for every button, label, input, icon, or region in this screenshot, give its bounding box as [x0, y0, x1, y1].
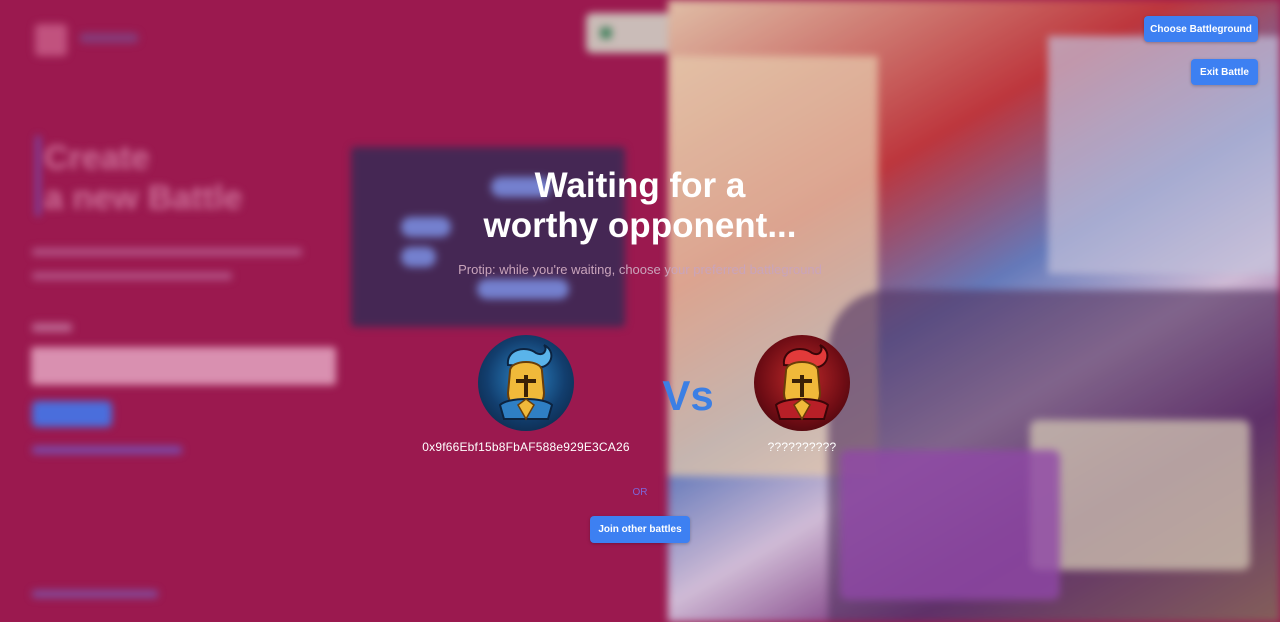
or-divider: OR — [632, 487, 648, 498]
choose-battleground-button[interactable]: Choose Battleground — [1144, 16, 1258, 42]
headline-line1: Waiting for a — [534, 166, 746, 205]
versus-label: Vs — [662, 372, 714, 419]
red-knight-icon — [774, 344, 830, 421]
blue-knight-icon — [498, 344, 554, 421]
protip-text: Protip: while you're waiting, choose you… — [458, 262, 822, 277]
headline-line2: worthy opponent... — [483, 206, 797, 245]
player-two-address: ?????????? — [767, 440, 837, 454]
exit-battle-button[interactable]: Exit Battle — [1191, 59, 1258, 85]
player-two-avatar — [754, 335, 850, 431]
player-one-avatar — [478, 335, 574, 431]
join-other-battles-button[interactable]: Join other battles — [590, 516, 690, 543]
player-one-address: 0x9f66Ebf15b8FbAF588e929E3CA26 — [422, 440, 630, 454]
waiting-headline: Waiting for a worthy opponent... — [440, 166, 840, 246]
